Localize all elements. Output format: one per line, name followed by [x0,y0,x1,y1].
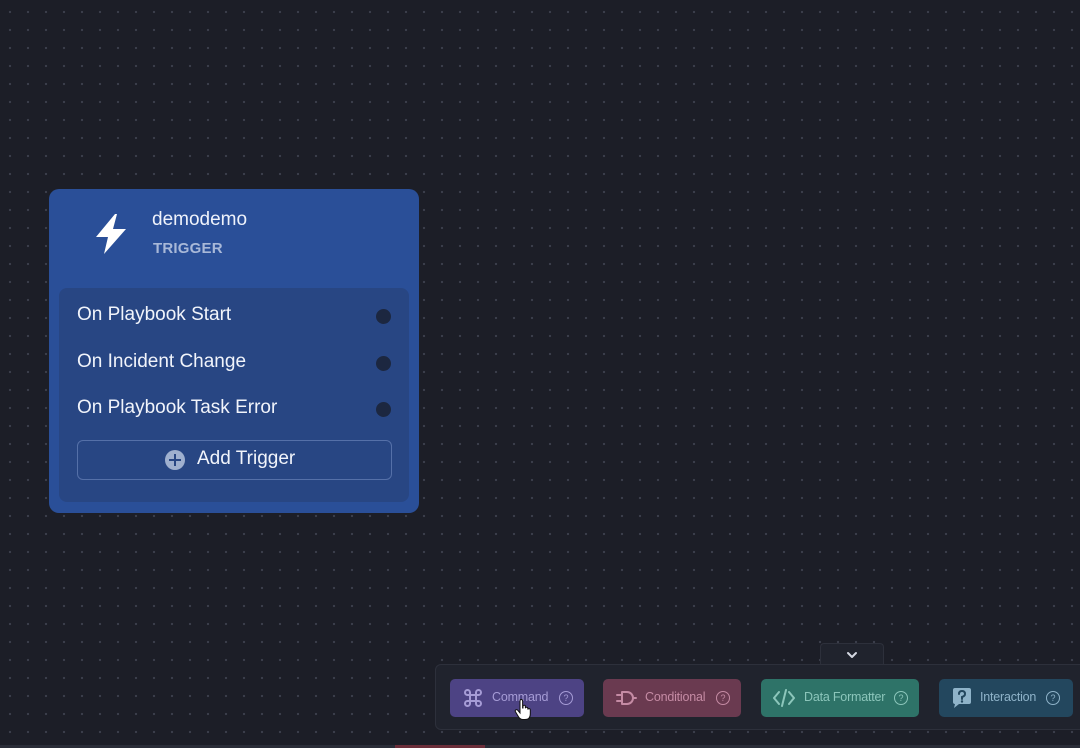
chevron-down-icon [847,652,857,658]
palette-item-label: Command [492,690,549,704]
add-trigger-label: Add Trigger [197,448,296,469]
output-port-handle[interactable] [376,356,391,371]
trigger-item-task-error[interactable]: On Playbook Task Error [77,393,399,423]
palette-item-data-formatter[interactable]: Data Formatter ? [761,679,919,717]
help-icon[interactable]: ? [559,691,573,705]
trigger-node[interactable]: demodemo TRIGGER On Playbook Start On In… [49,189,419,513]
help-icon[interactable]: ? [716,691,730,705]
trigger-list: On Playbook Start On Incident Change On … [59,288,409,502]
palette-item-label: Data Formatter [804,690,886,704]
help-icon[interactable]: ? [1046,691,1060,705]
trigger-item-incident-change[interactable]: On Incident Change [77,347,399,377]
logic-gate-icon [616,691,637,705]
help-icon[interactable]: ? [894,691,908,705]
trigger-node-title: demodemo [152,209,248,230]
question-bubble-icon [953,688,971,708]
plus-circle-icon [165,450,185,470]
trigger-item-playbook-start[interactable]: On Playbook Start [77,300,399,330]
palette-item-label: Interaction [980,690,1037,704]
trigger-node-header[interactable]: demodemo TRIGGER [49,189,419,289]
trigger-item-label: On Playbook Task Error [77,397,278,418]
output-port-handle[interactable] [376,309,391,324]
palette-item-interaction[interactable]: Interaction ? [939,679,1073,717]
lightning-bolt-icon [96,214,126,254]
palette-collapse-toggle[interactable] [820,643,884,666]
palette-item-conditional[interactable]: Conditional ? [603,679,741,717]
command-icon [464,689,482,707]
code-icon [773,689,795,707]
trigger-node-type: TRIGGER [153,240,223,257]
trigger-item-label: On Playbook Start [77,304,232,325]
output-port-handle[interactable] [376,402,391,417]
palette-item-command[interactable]: Command ? [450,679,584,717]
add-trigger-button[interactable]: Add Trigger [77,440,392,480]
trigger-item-label: On Incident Change [77,351,247,372]
palette-item-label: Conditional [645,690,706,704]
